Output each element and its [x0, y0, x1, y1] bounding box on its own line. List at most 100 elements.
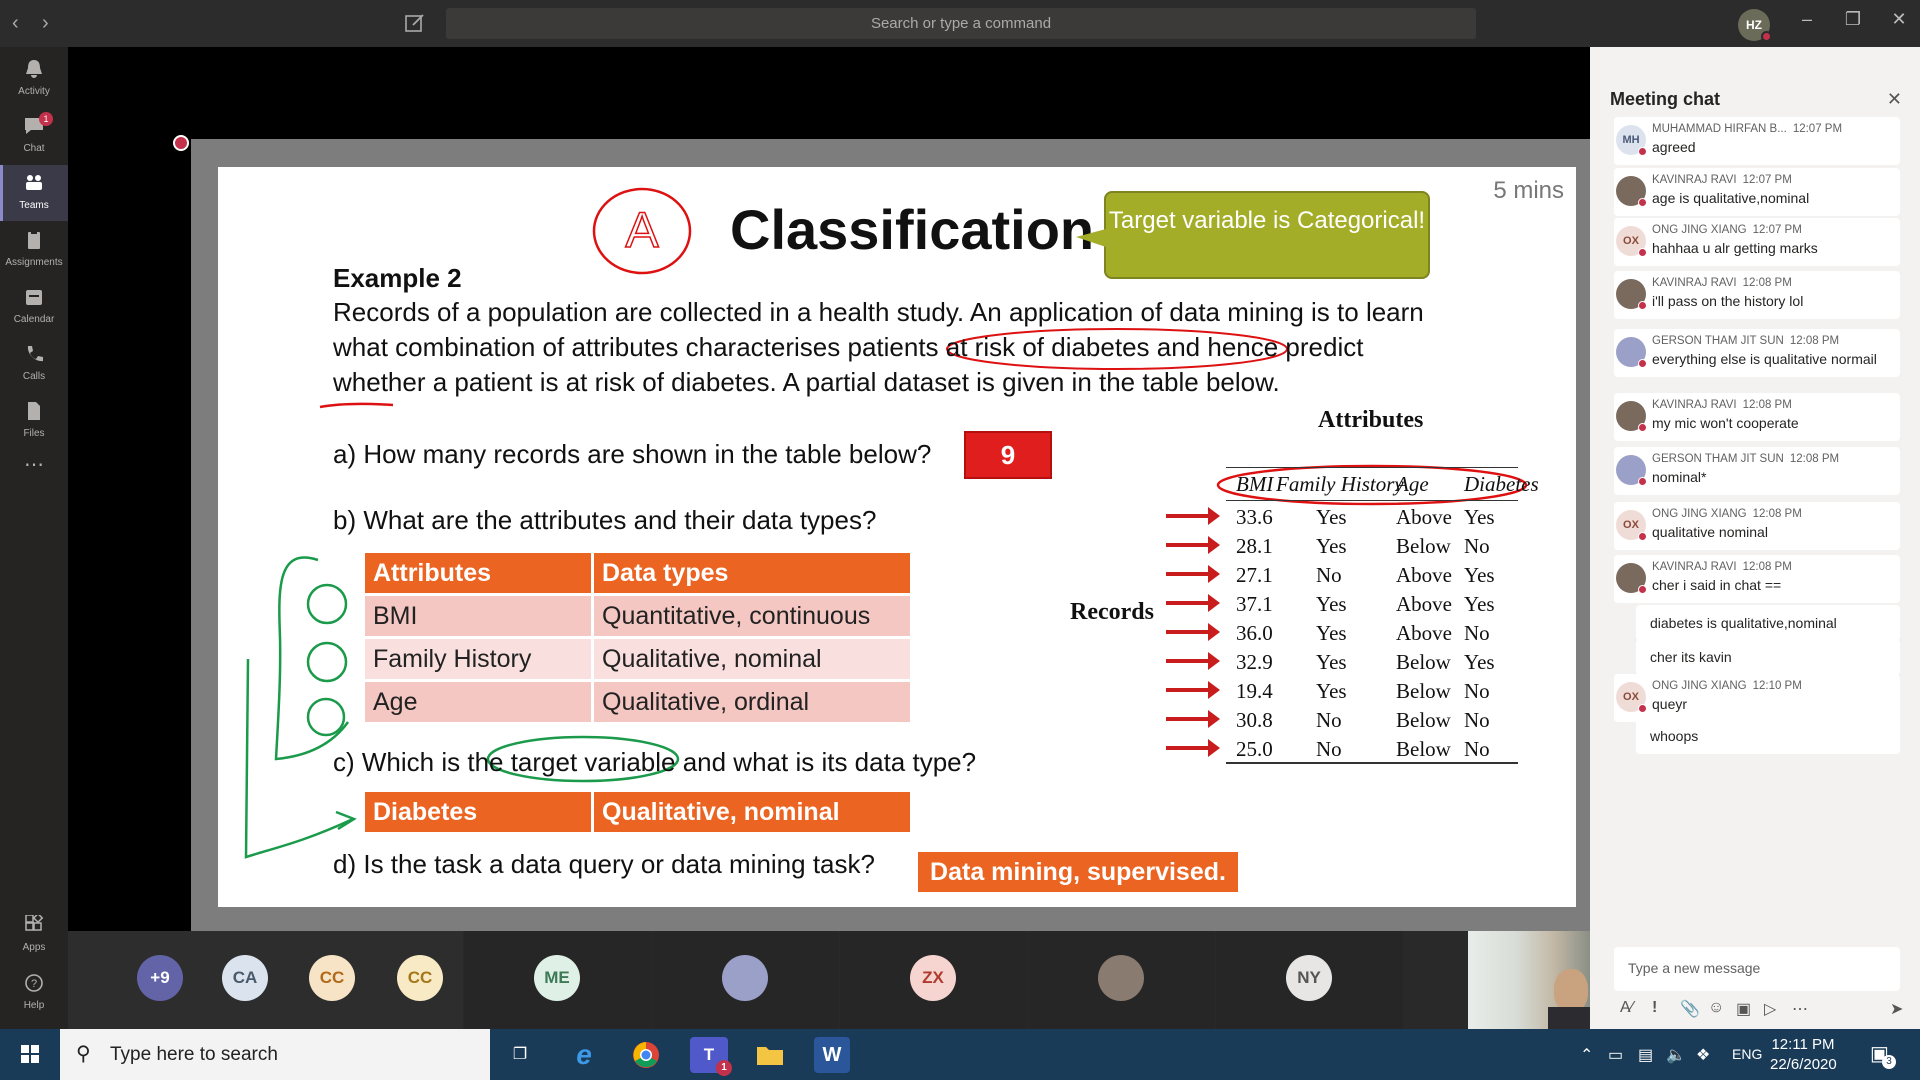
emoji-icon[interactable]: ☺ [1708, 999, 1724, 1017]
meet-now-icon[interactable]: ▷ [1764, 999, 1776, 1019]
edge-icon[interactable]: e [566, 1037, 602, 1073]
chat-message[interactable]: cher its kavin [1636, 639, 1900, 675]
rail-assignments[interactable]: Assignments [0, 222, 68, 278]
participant-avatar[interactable]: CC [397, 955, 443, 1001]
table-cell: Qualitative, nominal [594, 639, 910, 679]
rail-calls[interactable]: Calls [0, 336, 68, 392]
participant-avatar-photo[interactable] [1098, 955, 1144, 1001]
dropbox-icon[interactable]: ❖ [1696, 1045, 1710, 1065]
battery-icon[interactable]: ▭ [1608, 1045, 1623, 1065]
more-options-icon[interactable]: ⋯ [1792, 999, 1808, 1019]
rail-apps[interactable]: Apps [0, 907, 68, 963]
forward-icon[interactable]: › [42, 12, 49, 35]
record-cell: 36.0 [1236, 621, 1273, 645]
sticker-icon[interactable]: ▣ [1736, 999, 1751, 1019]
participant-avatar[interactable]: NY [1286, 955, 1332, 1001]
self-video-preview[interactable] [1468, 931, 1590, 1029]
file-explorer-icon[interactable] [752, 1037, 788, 1073]
chat-title: Meeting chat [1610, 89, 1721, 109]
chat-message-meta: KAVINRAJ RAVI 12:08 PM [1652, 399, 1888, 411]
overflow-participants-button[interactable]: +9 [137, 955, 183, 1001]
notifications-icon[interactable]: ▣ 3 [1870, 1041, 1896, 1069]
record-cell: 28.1 [1236, 534, 1273, 558]
records-header-cell: Family History [1276, 472, 1404, 496]
network-icon[interactable]: ▤ [1638, 1045, 1653, 1065]
more-apps-icon[interactable]: ⋯ [0, 452, 68, 486]
chat-message-meta: ONG JING XIANG 12:07 PM [1652, 224, 1888, 236]
chat-message-meta: ONG JING XIANG 12:10 PM [1652, 680, 1888, 692]
chat-timestamp: 12:10 PM [1752, 680, 1802, 692]
word-icon[interactable]: W [814, 1037, 850, 1073]
participant-avatar[interactable]: ME [534, 955, 580, 1001]
question-b: b) What are the attributes and their dat… [333, 505, 877, 535]
minimize-icon[interactable]: – [1792, 9, 1822, 30]
volume-icon[interactable]: 🔈 [1666, 1045, 1686, 1065]
rail-calendar[interactable]: Calendar [0, 279, 68, 335]
table-cell: Qualitative, nominal [594, 792, 910, 832]
presentation-slide: A Classification 5 mins Target variable … [218, 167, 1576, 907]
close-icon[interactable]: ✕ [1887, 89, 1902, 110]
record-cell: Yes [1316, 621, 1347, 645]
chat-avatar [1616, 401, 1647, 432]
chat-message[interactable]: GERSON THAM JIT SUN 12:08 PM everything el… [1614, 329, 1900, 377]
record-cell: 25.0 [1236, 737, 1273, 761]
table-cell: Qualitative, ordinal [594, 682, 910, 722]
chat-message[interactable]: OX ONG JING XIANG 12:10 PM queyr [1614, 674, 1900, 722]
chat-message[interactable]: KAVINRAJ RAVI 12:07 PM age is qualitative,… [1614, 168, 1900, 216]
chat-timestamp: 12:07 PM [1742, 174, 1792, 186]
status-dot [1761, 31, 1772, 42]
chat-message-meta: GERSON THAM JIT SUN 12:08 PM [1652, 335, 1888, 347]
chrome-icon[interactable] [628, 1037, 664, 1073]
records-header-cell: BMI [1236, 472, 1274, 496]
chat-message[interactable]: KAVINRAJ RAVI 12:08 PM my mic won't cooper… [1614, 393, 1900, 441]
chat-avatar [1616, 176, 1647, 207]
participant-avatar[interactable]: CA [222, 955, 268, 1001]
table-row: Age Qualitative, ordinal [365, 682, 910, 722]
attach-icon[interactable]: 📎 [1680, 999, 1700, 1019]
records-row: 37.1 Yes Above Yes [1226, 588, 1518, 617]
notifications-count: 3 [1882, 1055, 1896, 1069]
chat-message[interactable]: MH MUHAMMAD HIRFAN B... 12:07 PM agreed [1614, 117, 1900, 165]
chat-avatar [1616, 279, 1647, 310]
participant-avatar-photo[interactable] [722, 955, 768, 1001]
taskbar-search-input[interactable]: ⚲ Type here to search [60, 1029, 490, 1080]
rail-teams[interactable]: Teams [0, 165, 68, 221]
restore-icon[interactable]: ❐ [1838, 9, 1868, 30]
chat-message[interactable]: OX ONG JING XIANG 12:08 PM qualitative nomi… [1614, 502, 1900, 550]
user-avatar[interactable]: HZ [1738, 9, 1772, 42]
chat-message[interactable]: KAVINRAJ RAVI 12:08 PM cher i said in chat… [1614, 555, 1900, 603]
back-icon[interactable]: ‹ [12, 12, 19, 35]
rail-label: Help [23, 1000, 45, 1011]
rail-label: Chat [23, 143, 45, 154]
chat-message[interactable]: diabetes is qualitative,nominal [1636, 605, 1900, 641]
table-header-cell: Attributes [365, 553, 591, 593]
chat-message[interactable]: GERSON THAM JIT SUN 12:08 PM nominal* [1614, 447, 1900, 495]
compose-icon[interactable] [404, 12, 426, 34]
chat-message[interactable]: KAVINRAJ RAVI 12:08 PM i'll pass on the hi… [1614, 271, 1900, 319]
rail-chat[interactable]: 1 Chat [0, 108, 68, 164]
send-icon[interactable]: ➤ [1890, 999, 1903, 1019]
chat-message[interactable]: whoops [1636, 718, 1900, 754]
tray-overflow-icon[interactable]: ⌃ [1580, 1045, 1593, 1065]
message-input[interactable]: Type a new message [1614, 947, 1900, 991]
format-icon[interactable]: A∕ [1620, 999, 1633, 1017]
records-header-row: BMI Family History Age Diabetes [1226, 467, 1539, 501]
participant-avatar[interactable]: CC [309, 955, 355, 1001]
command-search-input[interactable]: Search or type a command [446, 8, 1476, 39]
taskbar-clock[interactable]: 12:11 PM 22/6/2020 [1770, 1035, 1837, 1075]
rail-help[interactable]: ? Help [0, 965, 68, 1021]
close-window-icon[interactable]: ✕ [1884, 9, 1914, 30]
chat-message[interactable]: OX ONG JING XIANG 12:07 PM hahhaa u alr get… [1614, 218, 1900, 266]
search-icon: ⚲ [76, 1043, 91, 1065]
teams-taskbar-icon[interactable]: T1 [690, 1037, 732, 1076]
task-view-icon[interactable]: ❐ [502, 1037, 538, 1073]
important-icon[interactable]: ! [1652, 999, 1657, 1017]
participant-avatar[interactable]: ZX [910, 955, 956, 1001]
app-rail: Activity 1 Chat Teams Assignments Calend… [0, 47, 68, 1029]
language-indicator[interactable]: ENG [1732, 1046, 1762, 1062]
record-cell: Above [1396, 563, 1452, 587]
rail-files[interactable]: Files [0, 393, 68, 449]
windows-start-icon[interactable] [0, 1029, 60, 1080]
rail-activity[interactable]: Activity [0, 51, 68, 107]
record-cell: 32.9 [1236, 650, 1273, 674]
